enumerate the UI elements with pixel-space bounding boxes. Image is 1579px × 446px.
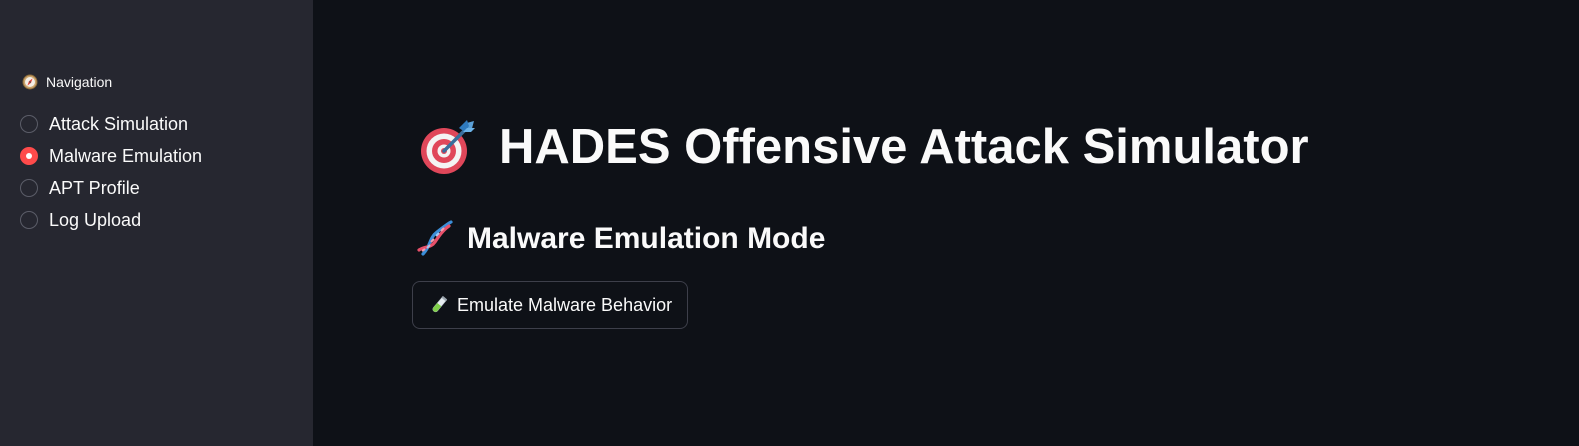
radio-option-label: Attack Simulation — [49, 113, 189, 134]
radio-option-label: APT Profile — [49, 177, 140, 198]
page-title-text: HADES Offensive Attack Simulator — [499, 120, 1309, 174]
section-heading: Malware Emulation Mode — [417, 220, 825, 258]
navigation-label-text: Navigation — [46, 74, 113, 90]
dart-target-icon — [421, 120, 475, 174]
radio-button[interactable] — [20, 211, 38, 229]
radio-option-malware-emulation[interactable]: Malware Emulation — [20, 140, 202, 172]
radio-option-label: Log Upload — [49, 209, 142, 230]
page-title: HADES Offensive Attack Simulator — [419, 118, 1309, 176]
radio-option-log-upload[interactable]: Log Upload — [20, 204, 202, 236]
test-tube-icon — [432, 296, 448, 313]
compass-icon — [22, 74, 38, 90]
radio-button[interactable] — [20, 179, 38, 197]
navigation-radio-group: Attack Simulation Malware Emulation APT … — [20, 108, 202, 236]
navigation-label: Navigation — [22, 74, 112, 90]
emulate-malware-button[interactable]: Emulate Malware Behavior — [412, 281, 689, 329]
radio-option-label: Malware Emulation — [49, 145, 203, 166]
radio-option-attack-simulation[interactable]: Attack Simulation — [20, 108, 202, 140]
main-content: HADES Offensive Attack Simulator Malware… — [313, 0, 1579, 446]
sidebar: Navigation Attack Simulation Malware Emu… — [0, 0, 313, 446]
radio-button[interactable] — [20, 115, 38, 133]
emulate-malware-button-label: Emulate Malware Behavior — [457, 294, 673, 315]
radio-button-selected[interactable] — [20, 147, 38, 165]
dna-icon — [417, 220, 453, 256]
app-root: Navigation Attack Simulation Malware Emu… — [0, 0, 1579, 446]
section-heading-text: Malware Emulation Mode — [467, 222, 826, 255]
radio-option-apt-profile[interactable]: APT Profile — [20, 172, 202, 204]
